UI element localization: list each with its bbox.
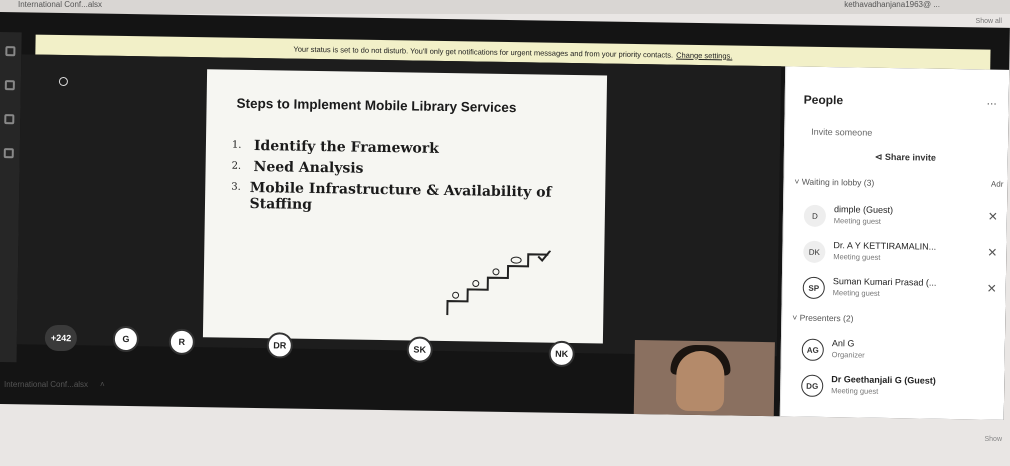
- show-all-downloads-button[interactable]: Show: [984, 436, 1002, 443]
- lobby-header-label: Waiting in lobby (3): [801, 176, 875, 188]
- slide-item: 3. Mobile Infrastructure & Availability …: [231, 180, 561, 217]
- shared-slide: Steps to Implement Mobile Library Servic…: [202, 69, 608, 344]
- self-video-tile: [633, 340, 775, 420]
- invite-input[interactable]: Invite someone: [811, 127, 872, 138]
- slide-item: 1. Identify the Framework: [232, 138, 562, 159]
- participant-avatar[interactable]: R: [168, 328, 196, 356]
- download-bar-item[interactable]: International Conf...alsx ˄: [4, 380, 105, 389]
- person-role: Meeting guest: [833, 216, 882, 226]
- more-options-icon[interactable]: ...: [987, 94, 997, 108]
- share-invite-button[interactable]: ⊲ Share invite: [875, 152, 936, 164]
- slide-item: 2. Need Analysis: [231, 159, 561, 180]
- change-settings-link[interactable]: Change settings.: [676, 50, 732, 60]
- avatar: AG: [801, 338, 824, 361]
- slide-title: Steps to Implement Mobile Library Servic…: [236, 95, 517, 116]
- video-person-face: [675, 350, 725, 412]
- avatar: D: [803, 204, 827, 227]
- deny-close-icon[interactable]: ✕: [988, 210, 998, 224]
- person-role: Meeting guest: [833, 252, 881, 262]
- avatar: DK: [803, 240, 826, 263]
- download-tab-label[interactable]: International Conf...alsx: [18, 0, 102, 9]
- chevron-up-icon: ˄: [100, 380, 105, 389]
- meeting-stage: Steps to Implement Mobile Library Servic…: [16, 54, 782, 357]
- teams-meeting-window: Your status is set to do not disturb. Yo…: [0, 12, 1010, 420]
- lobby-row: DK Dr. A Y KETTIRAMALIN... Meeting guest…: [803, 239, 1003, 272]
- presenter-row[interactable]: AG Anl G Organizer: [801, 337, 1002, 370]
- recording-indicator-icon: [58, 76, 68, 87]
- people-panel: People ... Invite someone ⊲ Share invite…: [779, 66, 1010, 420]
- deny-close-icon[interactable]: ✕: [987, 246, 997, 260]
- account-label[interactable]: kethavadhanjana1963@ ...: [844, 0, 940, 9]
- lobby-row: D dimple (Guest) Meeting guest ✕: [803, 203, 1004, 236]
- chat-icon[interactable]: [4, 80, 15, 91]
- participant-avatar[interactable]: SK: [406, 336, 433, 363]
- avatar: DG: [801, 374, 824, 397]
- people-title: People: [803, 92, 844, 108]
- lobby-header[interactable]: ˅ Waiting in lobby (3): [794, 176, 874, 187]
- notification-text: Your status is set to do not disturb. Yo…: [293, 44, 674, 60]
- person-role: Meeting guest: [832, 288, 880, 298]
- activity-icon[interactable]: [5, 46, 16, 57]
- more-participants-count[interactable]: +242: [44, 324, 78, 352]
- person-name: Dr. A Y KETTIRAMALIN...: [833, 240, 937, 252]
- slide-list: 1. Identify the Framework 2. Need Analys…: [231, 138, 562, 222]
- lobby-row: SP Suman Kumari Prasad (... Meeting gues…: [802, 275, 1003, 308]
- slide-item-number: 2.: [231, 160, 242, 172]
- person-role: Meeting guest: [831, 386, 879, 396]
- person-name: Suman Kumari Prasad (...: [832, 276, 937, 288]
- teams-icon[interactable]: [4, 114, 15, 125]
- slide-item-number: 1.: [231, 139, 242, 151]
- person-name: Anl G: [831, 338, 855, 349]
- stairs-illustration: [446, 250, 552, 316]
- person-role: Organizer: [831, 350, 865, 360]
- download-file-name: International Conf...alsx: [4, 380, 89, 389]
- participant-avatar[interactable]: NK: [548, 340, 575, 368]
- participant-avatar[interactable]: G: [112, 325, 140, 353]
- avatar: SP: [802, 276, 825, 299]
- deny-close-icon[interactable]: ✕: [987, 282, 997, 296]
- presenter-row[interactable]: DG Dr Geethanjali G (Guest) Meeting gues…: [801, 373, 1001, 406]
- person-name: dimple (Guest): [833, 204, 894, 216]
- slide-item-text: Need Analysis: [253, 159, 364, 177]
- slide-item-text: Identify the Framework: [253, 138, 440, 157]
- admit-all-button[interactable]: Adr: [991, 180, 1004, 189]
- slide-item-number: 3.: [231, 181, 241, 193]
- calendar-icon[interactable]: [3, 148, 14, 159]
- show-all-top[interactable]: Show all: [976, 18, 1002, 25]
- presenters-header[interactable]: ˅ Presenters (2): [792, 312, 853, 323]
- presenters-header-label: Presenters (2): [799, 312, 854, 324]
- share-icon: ⊲: [874, 151, 885, 162]
- browser-top-strip: International Conf...alsx kethavadhanjan…: [0, 0, 1010, 14]
- slide-item-text: Mobile Infrastructure & Availability of …: [249, 179, 552, 213]
- participant-avatar[interactable]: DR: [266, 332, 293, 359]
- share-invite-label: Share invite: [884, 151, 936, 163]
- person-name: Dr Geethanjali G (Guest): [831, 374, 936, 386]
